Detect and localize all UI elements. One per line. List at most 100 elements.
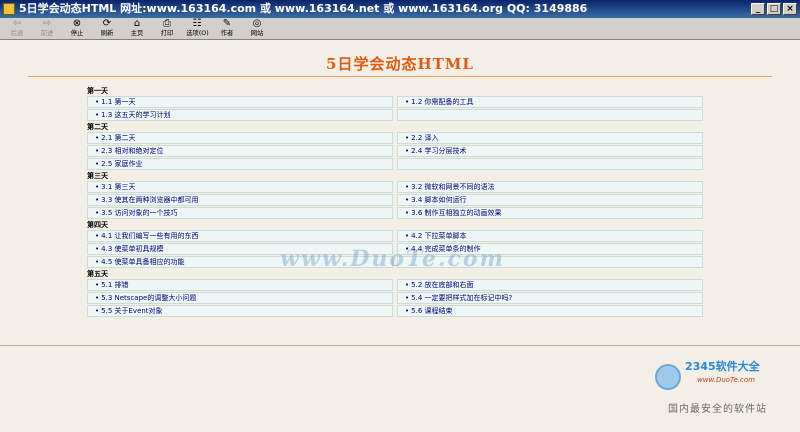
toc-link[interactable]: • 2.4 学习分层技术 (397, 145, 703, 157)
toc-link-label: 2.1 第二天 (101, 134, 136, 142)
close-button[interactable]: × (783, 3, 797, 15)
toc-link-label: 1.3 这五天的学习计划 (101, 111, 171, 119)
toc-link[interactable]: • 3.6 制作互相独立的动画效果 (397, 207, 703, 219)
toc-link[interactable]: • 3.5 访问对象的一个技巧 (87, 207, 393, 219)
toolbar-button-home[interactable]: ⌂ 主页 (122, 18, 152, 40)
bullet-icon: • (405, 196, 410, 204)
toc-row: • 2.5 家庭作业 (87, 158, 703, 170)
bullet-icon: • (95, 183, 100, 191)
toc-link[interactable]: • 5.5 关于Event对象 (87, 305, 393, 317)
bullet-icon: • (405, 294, 410, 302)
bullet-icon: • (405, 98, 410, 106)
bottom-divider (0, 345, 800, 346)
toolbar-button-author[interactable]: ✎ 作者 (212, 18, 242, 40)
toc-link[interactable]: • 5.3 Netscape的调整大小问题 (87, 292, 393, 304)
toc-empty-cell (397, 109, 703, 121)
toc-row: • 1.3 这五天的学习计划 (87, 109, 703, 121)
toc-link-label: 5.1 排错 (101, 281, 129, 289)
toolbar-button-website[interactable]: ◎ 网站 (242, 18, 272, 40)
toc-row: • 1.1 第一天 • 1.2 你需配备的工具 (87, 96, 703, 108)
bullet-icon: • (405, 183, 410, 191)
toc-link-label: 4.5 使菜单具备相应的功能 (101, 258, 185, 266)
logo-bubble-icon (655, 364, 681, 390)
toolbar-button-label: 网站 (250, 29, 264, 37)
bullet-icon: • (95, 98, 100, 106)
bullet-icon: • (405, 134, 410, 142)
toolbar-button-back[interactable]: ⇦ 后退 (2, 18, 32, 40)
toc-link[interactable]: • 5.2 放在底部和右面 (397, 279, 703, 291)
toc-link-label: 2.4 学习分层技术 (411, 147, 467, 155)
toc-link-label: 5.5 关于Event对象 (101, 307, 163, 315)
logo-slogan: 国内最安全的软件站 (668, 404, 767, 415)
toc-link[interactable]: • 1.3 这五天的学习计划 (87, 109, 393, 121)
toc-link[interactable]: • 3.4 脚本如何运行 (397, 194, 703, 206)
toolbar-button-stop[interactable]: ⊗ 停止 (62, 18, 92, 40)
toc-link[interactable]: • 1.2 你需配备的工具 (397, 96, 703, 108)
toc-link[interactable]: • 2.1 第二天 (87, 132, 393, 144)
bullet-icon: • (95, 196, 100, 204)
maximize-button[interactable]: □ (767, 3, 781, 15)
toc-row: • 2.1 第二天 • 2.2 译入 (87, 132, 703, 144)
toolbar-button-label: 前进 (40, 29, 54, 37)
toc-link[interactable]: • 5.4 一定要把样式加在标记中吗? (397, 292, 703, 304)
bullet-icon: • (405, 307, 410, 315)
bullet-icon: • (95, 307, 100, 315)
toc-link[interactable]: • 5.1 排错 (87, 279, 393, 291)
logo-brand: 2345软件大全 (685, 360, 760, 373)
bullet-icon: • (95, 160, 100, 168)
bullet-icon: • (95, 294, 100, 302)
toc-link[interactable]: • 2.3 相对和绝对定位 (87, 145, 393, 157)
minimize-button[interactable]: _ (751, 3, 765, 15)
toolbar-button-label: 后退 (10, 29, 24, 37)
home-icon: ⌂ (133, 18, 141, 29)
toc-row: • 5.5 关于Event对象 • 5.6 课程结束 (87, 305, 703, 317)
toolbar-button-options[interactable]: ☷ 选项(O) (182, 18, 212, 40)
toc-link-label: 2.5 家庭作业 (101, 160, 143, 168)
toc-link[interactable]: • 3.3 使其在两种浏览器中都可用 (87, 194, 393, 206)
toc-link[interactable]: • 4.1 让我们编写一些有用的东西 (87, 230, 393, 242)
toc-link[interactable]: • 3.2 微软和网景不同的语法 (397, 181, 703, 193)
bullet-icon: • (95, 134, 100, 142)
toc-link-label: 3.4 脚本如何运行 (411, 196, 467, 204)
toolbar-button-label: 停止 (70, 29, 84, 37)
toc-link-label: 4.2 下拉菜单脚本 (411, 232, 467, 240)
toc-link[interactable]: • 5.6 课程结束 (397, 305, 703, 317)
bullet-icon: • (405, 232, 410, 240)
toolbar-button-refresh[interactable]: ⟳ 刷新 (92, 18, 122, 40)
toc-row: • 3.5 访问对象的一个技巧 • 3.6 制作互相独立的动画效果 (87, 207, 703, 219)
toc-link-label: 2.2 译入 (411, 134, 439, 142)
bullet-icon: • (95, 281, 100, 289)
title-bar: 5日学会动态HTML 网址:www.163164.com 或 www.16316… (0, 0, 800, 18)
toolbar-button-forward[interactable]: ⇨ 前进 (32, 18, 62, 40)
toolbar-button-print[interactable]: ⎙ 打印 (152, 18, 182, 40)
content-area: 5日学会动态HTML 第一天 • 1.1 第一天 • 1.2 你需配备的工具 • 1.3 这… (0, 41, 800, 344)
refresh-icon: ⟳ (102, 18, 112, 29)
toc-link[interactable]: • 2.5 家庭作业 (87, 158, 393, 170)
day-heading: 第一天 (87, 87, 108, 95)
website-icon: ◎ (252, 18, 262, 29)
bullet-icon: • (95, 209, 100, 217)
bullet-icon: • (95, 232, 100, 240)
toc-link[interactable]: • 3.1 第三天 (87, 181, 393, 193)
toc-link-label: 1.1 第一天 (101, 98, 136, 106)
toc-link[interactable]: • 1.1 第一天 (87, 96, 393, 108)
bullet-icon: • (95, 111, 100, 119)
watermark: www.DuoTe.com (280, 246, 505, 272)
day-heading: 第三天 (87, 172, 108, 180)
toolbar-button-label: 选项(O) (185, 29, 209, 37)
toolbar-button-label: 主页 (130, 29, 144, 37)
options-icon: ☷ (192, 18, 202, 29)
toc-link-label: 3.6 制作互相独立的动画效果 (411, 209, 502, 217)
toc-link-label: 3.2 微软和网景不同的语法 (411, 183, 495, 191)
toc-link-label: 3.5 访问对象的一个技巧 (101, 209, 178, 217)
toc-link[interactable]: • 2.2 译入 (397, 132, 703, 144)
bullet-icon: • (405, 147, 410, 155)
forward-icon: ⇨ (42, 18, 52, 29)
toc-link-label: 3.1 第三天 (101, 183, 136, 191)
toc-row: • 5.1 排错 • 5.2 放在底部和右面 (87, 279, 703, 291)
toc-link[interactable]: • 4.2 下拉菜单脚本 (397, 230, 703, 242)
title-divider (28, 76, 772, 77)
back-icon: ⇦ (12, 18, 22, 29)
bullet-icon: • (405, 209, 410, 217)
toolbar-button-label: 刷新 (100, 29, 114, 37)
